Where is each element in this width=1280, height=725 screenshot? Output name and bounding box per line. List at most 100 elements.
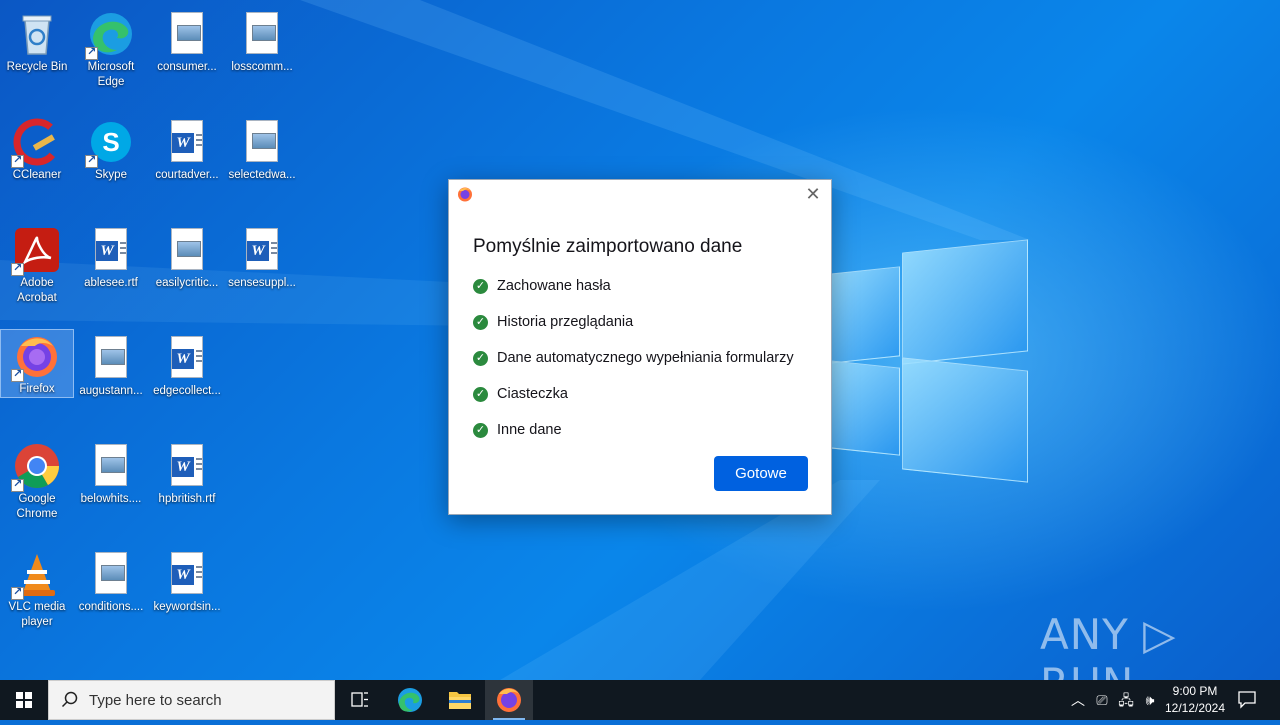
shortcut-arrow-icon <box>11 477 24 492</box>
check-circle-icon: ✓ <box>473 422 488 438</box>
word-document-icon: W <box>163 118 211 166</box>
taskbar-file-explorer-button[interactable] <box>436 680 484 720</box>
desktop-icon-recycle-bin[interactable]: Recycle Bin <box>0 4 74 104</box>
import-item-label: Inne dane <box>497 422 562 438</box>
icon-label: Skype <box>95 169 127 181</box>
svg-text:S: S <box>102 127 119 157</box>
check-circle-icon: ✓ <box>473 386 488 402</box>
desktop-icon-consumer[interactable]: consumer... <box>150 4 224 104</box>
dialog-title: Pomyślnie zaimportowano dane <box>473 236 743 257</box>
volume-icon[interactable]: 🕪 <box>1140 690 1160 710</box>
desktop-icon-firefox[interactable]: Firefox <box>0 329 74 398</box>
shortcut-arrow-icon <box>11 585 24 600</box>
desktop-icon-ablesee-rtf[interactable]: W ablesee.rtf <box>74 220 148 320</box>
icon-label: losscomm... <box>231 61 293 73</box>
desktop-icon-keywordsin[interactable]: W keywordsin... <box>150 544 224 644</box>
skype-icon: S <box>85 118 135 168</box>
firefox-icon <box>457 186 473 202</box>
desktop-icon-courtadver[interactable]: W courtadver... <box>150 112 224 212</box>
import-item-history: ✓ Historia przeglądania <box>473 312 633 332</box>
icon-label: consumer... <box>157 61 217 73</box>
import-item-other-data: ✓ Inne dane <box>473 420 562 440</box>
anyrun-watermark: ANY ▷ RUN <box>1040 610 1177 680</box>
import-success-dialog: ✕ Pomyślnie zaimportowano dane ✓ Zachowa… <box>448 179 832 515</box>
shortcut-arrow-icon <box>11 153 24 168</box>
icon-label: easilycritic... <box>155 277 219 289</box>
adobe-acrobat-icon <box>11 226 61 276</box>
start-button[interactable] <box>0 680 48 720</box>
icon-label: keywordsin... <box>153 601 221 613</box>
word-document-icon: W <box>238 226 286 274</box>
import-item-label: Historia przeglądania <box>497 314 634 330</box>
clock-time: 9:00 PM <box>1172 684 1218 698</box>
desktop-icon-belowhits[interactable]: belowhits.... <box>74 436 148 536</box>
image-document-icon <box>163 10 211 58</box>
import-item-label: Dane automatycznego wypełniania formular… <box>497 350 794 366</box>
shortcut-arrow-icon <box>85 153 98 168</box>
image-document-icon <box>238 10 286 58</box>
desktop-icon-ccleaner[interactable]: CCleaner <box>0 112 74 212</box>
icon-label: Recycle Bin <box>6 61 68 73</box>
image-document-icon <box>87 550 135 598</box>
chevron-up-icon[interactable]: ︿ <box>1068 690 1088 710</box>
import-item-label: Ciasteczka <box>497 386 568 402</box>
done-button[interactable]: Gotowe <box>714 456 808 491</box>
icon-label: belowhits.... <box>80 493 142 505</box>
check-circle-icon: ✓ <box>473 278 488 294</box>
icon-label: Google Chrome <box>16 493 58 520</box>
taskbar-edge-button[interactable] <box>386 680 434 720</box>
image-document-icon <box>238 118 286 166</box>
desktop-icon-skype[interactable]: S Skype <box>74 112 148 212</box>
firefox-icon <box>11 332 61 382</box>
desktop-icon-adobe-acrobat[interactable]: Adobe Acrobat <box>0 220 74 320</box>
desktop-icon-hpbritish-rtf[interactable]: W hpbritish.rtf <box>150 436 224 536</box>
task-view-icon <box>351 692 368 707</box>
check-circle-icon: ✓ <box>473 350 488 366</box>
taskbar-firefox-button[interactable] <box>485 680 533 720</box>
desktop-icon-conditions[interactable]: conditions.... <box>74 544 148 644</box>
recycle-bin-icon <box>13 10 61 58</box>
desktop-icon-augustann[interactable]: augustann... <box>74 328 148 428</box>
desktop-icon-sensesuppl[interactable]: W sensesuppl... <box>225 220 299 320</box>
icon-label: CCleaner <box>12 169 62 181</box>
task-view-button[interactable] <box>336 680 384 720</box>
import-item-passwords: ✓ Zachowane hasła <box>473 276 611 296</box>
icon-label: sensesuppl... <box>228 277 296 289</box>
desktop-icon-google-chrome[interactable]: Google Chrome <box>0 436 74 536</box>
icon-label: edgecollect... <box>153 385 221 397</box>
clock-date: 12/12/2024 <box>1164 701 1226 715</box>
desktop-icon-losscomm[interactable]: losscomm... <box>225 4 299 104</box>
taskbar-search-box[interactable]: Type here to search <box>48 680 335 720</box>
shortcut-arrow-icon <box>11 261 24 276</box>
icon-label: Microsoft Edge <box>87 61 135 88</box>
icon-label: ablesee.rtf <box>84 277 138 289</box>
word-document-icon: W <box>87 226 135 274</box>
search-icon <box>61 691 78 708</box>
edge-icon <box>398 688 422 712</box>
google-chrome-icon <box>11 442 61 492</box>
search-placeholder: Type here to search <box>89 692 222 709</box>
taskbar: Type here to search ︿ ⎚ 🖧 🕪 9:00 PM 12/1… <box>0 680 1280 720</box>
taskbar-clock[interactable]: 9:00 PM 12/12/2024 <box>1160 683 1230 717</box>
desktop-icon-selectedwa[interactable]: selectedwa... <box>225 112 299 212</box>
desktop-icon-easilycritic[interactable]: easilycritic... <box>150 220 224 320</box>
icon-label: Adobe Acrobat <box>17 277 57 304</box>
icon-label: augustann... <box>79 385 143 397</box>
desktop-icon-microsoft-edge[interactable]: Microsoft Edge <box>74 4 148 104</box>
windows-logo-wallpaper <box>820 239 1030 483</box>
network-icon[interactable]: 🖧 <box>1116 690 1136 710</box>
icon-label: Firefox <box>19 383 55 395</box>
icon-label: courtadver... <box>155 169 219 181</box>
check-circle-icon: ✓ <box>473 314 488 330</box>
icon-label: VLC media player <box>8 601 66 628</box>
import-item-label: Zachowane hasła <box>497 278 611 294</box>
meet-now-icon[interactable]: ⎚ <box>1092 690 1112 710</box>
shortcut-arrow-icon <box>11 367 24 382</box>
desktop-icon-vlc[interactable]: VLC media player <box>0 544 74 644</box>
vlc-icon <box>11 550 61 600</box>
shortcut-arrow-icon <box>85 45 98 60</box>
ccleaner-icon <box>11 118 61 168</box>
close-icon[interactable]: ✕ <box>801 184 825 204</box>
desktop-icon-edgecollect[interactable]: W edgecollect... <box>150 328 224 428</box>
notifications-icon[interactable] <box>1236 689 1258 711</box>
